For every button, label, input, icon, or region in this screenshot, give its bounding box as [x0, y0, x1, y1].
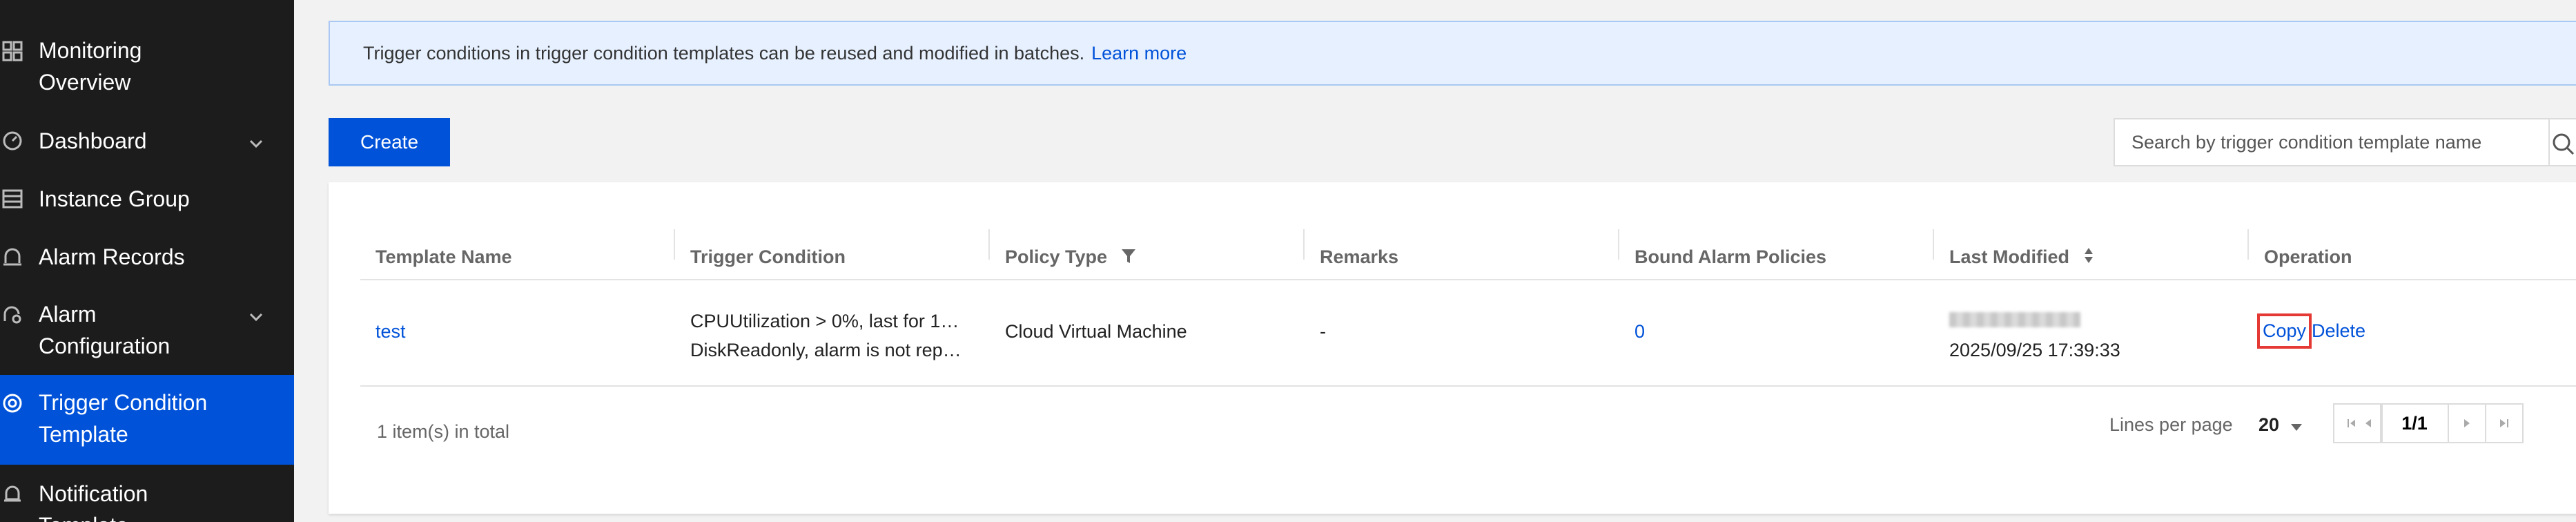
template-table-card: Template Name Trigger Condition Policy T…	[329, 182, 2576, 514]
sidebar-item-alarm-records[interactable]: Alarm Records	[0, 241, 294, 273]
column-header-label: Last Modified	[1949, 246, 2069, 267]
sidebar-item-label: Instance Group	[39, 186, 190, 211]
row-divider	[360, 385, 2576, 387]
sidebar: Monitoring Overview Dashboard Instance G…	[0, 0, 294, 522]
column-header-trigger-condition: Trigger Condition	[690, 246, 846, 267]
list-icon	[1, 188, 23, 210]
sidebar-item-label: Overview	[39, 70, 131, 95]
sidebar-item-label: Template	[39, 510, 128, 522]
policy-type-cell: Cloud Virtual Machine	[1005, 321, 1187, 342]
sidebar-item-label: Trigger Condition	[39, 390, 208, 415]
redacted-modifier	[1949, 307, 2120, 336]
learn-more-link[interactable]: Learn more	[1091, 43, 1187, 64]
trigger-condition-line: CPUUtilization > 0%, last for 1…	[690, 311, 959, 331]
lines-per-page-label: Lines per page	[2109, 414, 2233, 435]
bell-icon	[1, 483, 23, 505]
last-modified-time: 2025/09/25 17:39:33	[1949, 340, 2120, 360]
grid-icon	[1, 40, 23, 62]
sidebar-item-label: Notification	[39, 481, 148, 506]
target-icon	[1, 392, 23, 414]
page-size-select[interactable]: 20	[2258, 414, 2303, 436]
sidebar-item-label: Dashboard	[39, 128, 147, 153]
banner-text: Trigger conditions in trigger condition …	[363, 42, 1085, 64]
last-page-icon	[2500, 419, 2508, 427]
chevron-down-icon	[246, 130, 266, 151]
search-input[interactable]: Search by trigger condition template nam…	[2114, 118, 2576, 166]
trigger-condition-cell: CPUUtilization > 0%, last for 1… DiskRea…	[675, 307, 962, 365]
create-button[interactable]: Create	[329, 118, 450, 166]
last-page-button[interactable]	[2486, 403, 2524, 443]
chevron-down-icon	[246, 304, 266, 325]
search-placeholder: Search by trigger condition template nam…	[2131, 132, 2482, 153]
sidebar-item-label: Alarm	[39, 302, 97, 327]
alarm-config-icon	[1, 304, 23, 326]
sidebar-item-trigger-condition-template[interactable]: Trigger Condition Template	[0, 375, 294, 465]
next-page-button[interactable]	[2449, 403, 2486, 443]
page-size-value: 20	[2258, 414, 2280, 435]
column-header-last-modified: Last Modified	[1934, 235, 2249, 279]
delete-button[interactable]: Delete	[2312, 320, 2365, 341]
column-header-label: Policy Type	[1005, 246, 1108, 267]
sort-icon[interactable]	[2083, 236, 2094, 280]
prev-page-button[interactable]	[2355, 403, 2383, 443]
column-header-template-name: Template Name	[375, 246, 512, 267]
column-header-bound-alarm-policies: Bound Alarm Policies	[1635, 246, 1827, 267]
filter-icon[interactable]	[1121, 236, 1136, 280]
column-header-operation: Operation	[2264, 246, 2352, 267]
total-count: 1 item(s) in total	[377, 421, 510, 442]
header-divider	[360, 279, 2576, 280]
sidebar-item-alarm-configuration[interactable]: Alarm Configuration	[0, 298, 294, 365]
prev-page-icon	[2365, 419, 2371, 427]
sidebar-item-notification-template[interactable]: Notification Template	[0, 478, 294, 522]
copy-button[interactable]: Copy	[2257, 313, 2312, 349]
sidebar-item-dashboard[interactable]: Dashboard	[0, 125, 294, 157]
remarks-cell: -	[1320, 321, 1326, 342]
column-header-remarks: Remarks	[1320, 246, 1399, 267]
sidebar-item-label: Alarm Records	[39, 244, 185, 269]
column-header-policy-type: Policy Type	[990, 235, 1305, 279]
operation-cell: Copy Delete	[2249, 313, 2365, 349]
last-modified-cell: 2025/09/25 17:39:33	[1934, 307, 2120, 365]
template-name-link[interactable]: test	[360, 321, 406, 342]
sidebar-item-label: Monitoring	[39, 38, 142, 63]
bound-policies-link[interactable]: 0	[1619, 321, 1645, 342]
sidebar-item-label: Template	[39, 422, 128, 447]
sidebar-item-monitoring-overview[interactable]: Monitoring Overview	[0, 35, 294, 101]
sidebar-item-label: Configuration	[39, 334, 170, 358]
sidebar-item-instance-group[interactable]: Instance Group	[0, 183, 294, 215]
caret-down-icon	[2290, 415, 2303, 436]
search-icon[interactable]	[2550, 130, 2576, 157]
gauge-icon	[1, 130, 23, 152]
next-page-icon	[2464, 419, 2470, 427]
page-indicator: 1/1	[2380, 403, 2449, 443]
bell-record-icon	[1, 246, 23, 268]
info-banner: Trigger conditions in trigger condition …	[329, 21, 2576, 86]
trigger-condition-line: DiskReadonly, alarm is not rep…	[690, 340, 962, 360]
